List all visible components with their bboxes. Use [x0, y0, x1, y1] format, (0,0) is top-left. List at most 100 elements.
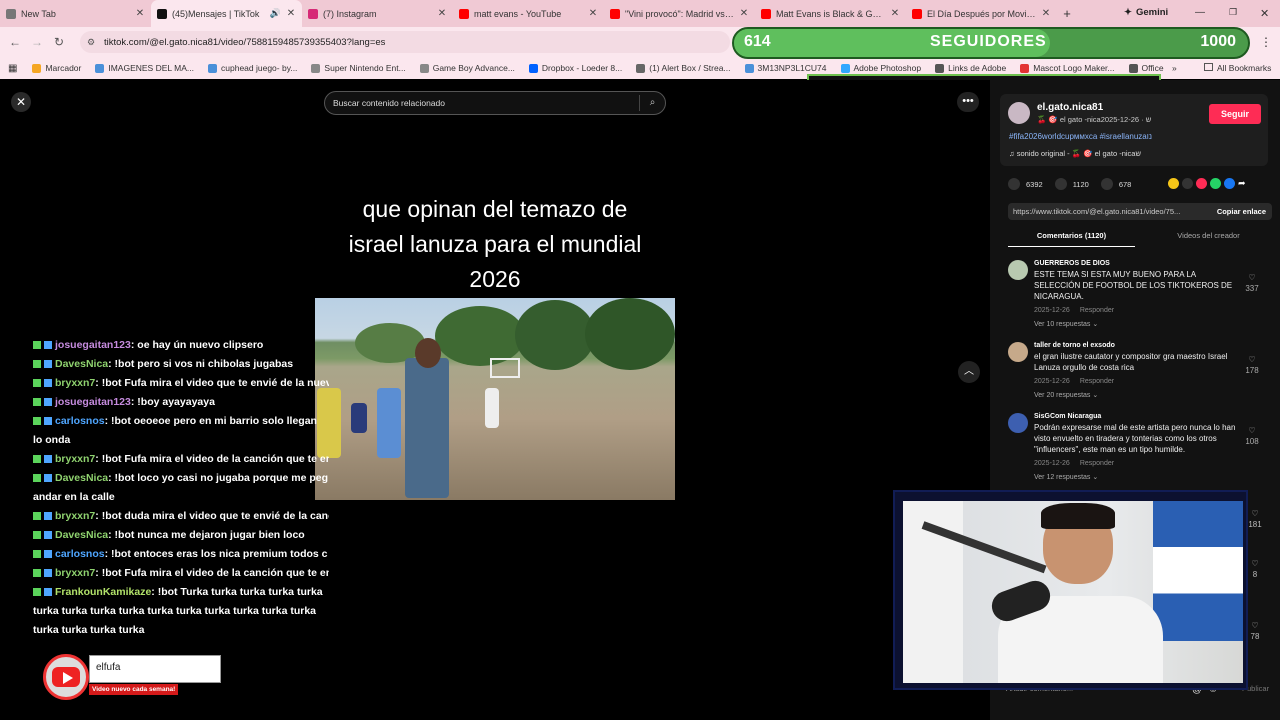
share-arrow-icon[interactable]: ➦ — [1238, 178, 1249, 189]
hashtags[interactable]: #fifa2026worldcupммxса #israellanuzaנו — [1009, 132, 1152, 141]
bookmark-item[interactable]: Adobe Photoshop — [834, 63, 929, 73]
tab-3[interactable]: matt evans - YouTube ✕ — [453, 0, 604, 27]
back-icon[interactable]: ← — [4, 35, 26, 49]
commenter-avatar[interactable] — [1008, 260, 1028, 280]
author-username[interactable]: el.gato.nica81 — [1037, 102, 1103, 113]
badge-icon — [33, 455, 41, 464]
bookmark-item[interactable]: IMAGENES DEL MA... — [88, 63, 201, 73]
reply-button[interactable]: Responder — [1080, 307, 1114, 314]
previous-video-button[interactable]: ︿ — [958, 361, 980, 383]
tab-comments[interactable]: Comentarios (1120) — [1008, 230, 1135, 247]
music-note-icon: ♫ — [1009, 149, 1017, 158]
view-replies[interactable]: Ver 12 respuestas ⌄ — [1034, 473, 1270, 481]
bookmark-item[interactable]: Super Nintendo Ent... — [304, 63, 412, 73]
close-window-button[interactable]: ✕ — [1260, 7, 1269, 20]
author-display-name: 🍒 🎯 el gato -nicaש · 2025-12-26 — [1037, 115, 1152, 124]
bookmark-item[interactable]: Dropbox - Loeder 8... — [522, 63, 629, 73]
close-tab-icon[interactable]: ✕ — [588, 8, 598, 19]
commenter-avatar[interactable] — [1008, 342, 1028, 362]
bookmark-favicon — [935, 63, 945, 73]
instagram-icon — [308, 8, 318, 19]
reply-button[interactable]: Responder — [1080, 378, 1114, 385]
badge-icon — [44, 417, 52, 426]
webcam-feed — [903, 501, 1243, 683]
send-icon[interactable] — [1196, 178, 1207, 189]
comment-like[interactable]: ♡ 178 — [1244, 354, 1260, 376]
tab-6[interactable]: El Día Después por Movistar ✕ — [906, 0, 1057, 27]
tab-5[interactable]: Matt Evans is Black & Gold - ✕ — [755, 0, 906, 27]
badge-icon — [33, 588, 41, 597]
tab-creator-videos[interactable]: Videos del creador — [1145, 230, 1272, 242]
whatsapp-icon[interactable] — [1210, 178, 1221, 189]
follow-button[interactable]: Seguir — [1209, 104, 1261, 124]
more-bookmarks-icon[interactable]: » — [1172, 63, 1177, 73]
repost-icon[interactable] — [1168, 178, 1179, 189]
chat-message: carlosnos: !bot oeoeoe pero en mi barrio… — [33, 412, 329, 450]
bookmark-item[interactable]: 3M13NP3L1CU74 — [738, 63, 834, 73]
comment-like[interactable]: ♡ 108 — [1244, 425, 1260, 447]
tab-2[interactable]: (7) Instagram ✕ — [302, 0, 453, 27]
close-video-button[interactable]: ✕ — [11, 92, 31, 112]
bookmark-item[interactable]: Links de Adobe — [928, 63, 1013, 73]
bookmark-item[interactable]: Marcador — [25, 63, 88, 73]
embed-icon[interactable] — [1182, 178, 1193, 189]
bookmark-item[interactable]: (1) Alert Box / Strea... — [629, 63, 737, 73]
tab-1[interactable]: (45)Mensajes | TikTok 🔊 ✕ — [151, 0, 302, 27]
restore-button[interactable]: ❐ — [1229, 7, 1237, 18]
new-tab-button[interactable]: + — [1057, 6, 1077, 21]
reply-button[interactable]: Responder — [1080, 460, 1114, 467]
apps-icon[interactable]: ▦ — [8, 63, 17, 74]
minimize-button[interactable]: — — [1195, 7, 1205, 18]
commenter-avatar[interactable] — [1008, 413, 1028, 433]
bookmark-item[interactable]: cuphead juego- by... — [201, 63, 304, 73]
tab-4[interactable]: "Vini provocó": Madrid vs Ch ✕ — [604, 0, 755, 27]
bookmark-favicon — [1020, 63, 1030, 73]
address-bar[interactable]: ⚙ tiktok.com/@el.gato.nica81/video/75881… — [80, 31, 730, 53]
chat-message: josuegaitan123: !boy ayayayaya — [33, 393, 329, 412]
bookmark-item[interactable]: Office — [1122, 63, 1171, 73]
close-tab-icon[interactable]: ✕ — [286, 8, 296, 19]
forward-icon[interactable]: → — [26, 35, 48, 49]
author-avatar[interactable] — [1008, 102, 1030, 124]
share-link-field[interactable]: https://www.tiktok.com/@el.gato.nica81/v… — [1008, 203, 1272, 220]
comment-icon[interactable] — [1054, 178, 1067, 190]
heart-icon[interactable] — [1008, 178, 1020, 190]
close-tab-icon[interactable]: ✕ — [739, 8, 749, 19]
copy-link-button[interactable]: Copiar enlace — [1217, 203, 1266, 220]
search-icon[interactable]: ⌕ — [639, 95, 665, 111]
badge-icon — [33, 398, 41, 407]
bookmark-icon[interactable] — [1100, 178, 1113, 190]
video-player[interactable]: Buscar contenido relacionado ⌕ que opina… — [315, 80, 675, 720]
audio-icon[interactable]: 🔊 — [270, 8, 281, 19]
close-tab-icon[interactable]: ✕ — [1041, 8, 1051, 19]
gemini-button[interactable]: ✦ Gemini — [1124, 7, 1168, 18]
chat-text: : !boy ayayayaya — [130, 396, 215, 408]
bookmark-item[interactable]: Mascot Logo Maker... — [1013, 63, 1121, 73]
related-search-input[interactable]: Buscar contenido relacionado ⌕ — [324, 91, 666, 115]
view-replies[interactable]: Ver 20 respuestas ⌄ — [1034, 391, 1270, 399]
tab-0[interactable]: New Tab ✕ — [0, 0, 151, 27]
site-info-icon[interactable]: ⚙ — [87, 37, 95, 48]
all-bookmarks[interactable]: All Bookmarks — [1204, 63, 1271, 73]
chat-text: : !bot Fufa mira el video de la canción … — [95, 453, 329, 465]
view-replies[interactable]: Ver 10 respuestas ⌄ — [1034, 320, 1270, 328]
youtube-icon — [912, 8, 922, 19]
badge-icon — [33, 474, 41, 483]
sound-row[interactable]: ♫ sonido original - 🍒 🎯 el gato -nicaש — [1009, 149, 1141, 158]
close-tab-icon[interactable]: ✕ — [890, 8, 900, 19]
chat-username: DavesNica — [55, 472, 109, 484]
comment-like[interactable]: ♡ 337 — [1244, 272, 1260, 294]
facebook-icon[interactable] — [1224, 178, 1235, 189]
badge-icon — [33, 550, 41, 559]
menu-icon[interactable]: ⋮ — [1260, 35, 1272, 49]
badge-icon — [44, 588, 52, 597]
bookmark-item[interactable]: Game Boy Advance... — [413, 63, 522, 73]
close-tab-icon[interactable]: ✕ — [135, 8, 145, 19]
badge-icon — [33, 569, 41, 578]
more-options-button[interactable]: ••• — [957, 92, 979, 112]
chat-username: bryxxn7 — [55, 510, 96, 522]
youtube-tagline: Video nuevo cada semana! — [89, 684, 179, 695]
comments-tabs: Comentarios (1120) Videos del creador — [1008, 230, 1272, 248]
reload-icon[interactable]: ↻ — [48, 35, 70, 49]
close-tab-icon[interactable]: ✕ — [437, 8, 447, 19]
